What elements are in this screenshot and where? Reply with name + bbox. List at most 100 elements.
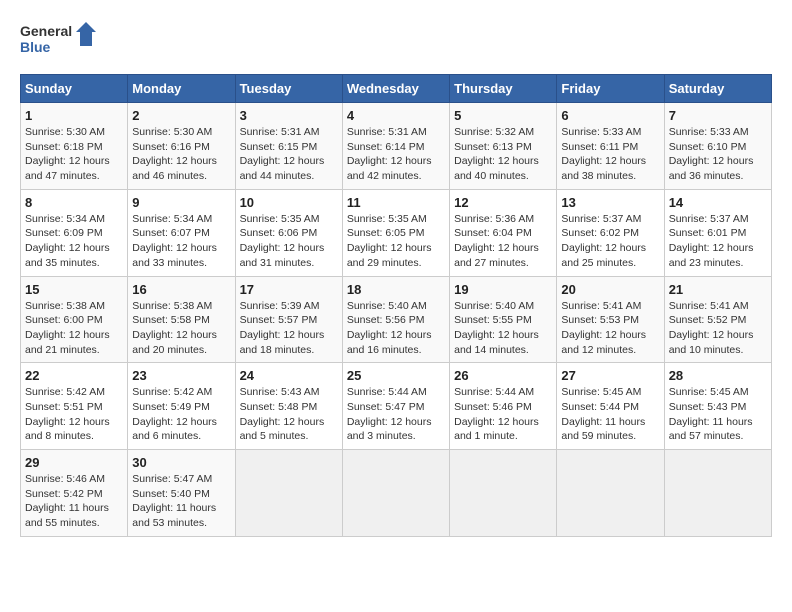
day-number: 17 [240, 282, 338, 297]
calendar-cell: 13Sunrise: 5:37 AMSunset: 6:02 PMDayligh… [557, 189, 664, 276]
day-info: Sunrise: 5:41 AMSunset: 5:52 PMDaylight:… [669, 299, 767, 358]
day-info: Sunrise: 5:34 AMSunset: 6:07 PMDaylight:… [132, 212, 230, 271]
calendar-cell: 28 Sunrise: 5:45 AMSunset: 5:43 PMDayligh… [664, 363, 771, 450]
day-info: Sunrise: 5:38 AMSunset: 6:00 PMDaylight:… [25, 299, 123, 358]
svg-text:Blue: Blue [20, 39, 51, 55]
day-number: 28 [669, 368, 767, 383]
page-header: General Blue [20, 20, 772, 64]
calendar-cell: 16 Sunrise: 5:38 AMSunset: 5:58 PMDayligh… [128, 276, 235, 363]
day-info: Sunrise: 5:34 AMSunset: 6:09 PMDaylight:… [25, 212, 123, 271]
day-number: 4 [347, 108, 445, 123]
day-of-week-header: Sunday [21, 75, 128, 103]
day-number: 8 [25, 195, 123, 210]
day-of-week-header: Thursday [450, 75, 557, 103]
day-info: Sunrise: 5:42 AMSunset: 5:49 PMDaylight:… [132, 385, 230, 444]
day-info: Sunrise: 5:46 AMSunset: 5:42 PMDaylight:… [25, 472, 123, 531]
day-info: Sunrise: 5:40 AMSunset: 5:56 PMDaylight:… [347, 299, 445, 358]
day-number: 11 [347, 195, 445, 210]
calendar-cell: 19 Sunrise: 5:40 AMSunset: 5:55 PMDayligh… [450, 276, 557, 363]
calendar-cell: 5 Sunrise: 5:32 AMSunset: 6:13 PMDaylight… [450, 103, 557, 190]
day-number: 29 [25, 455, 123, 470]
calendar-cell: 15 Sunrise: 5:38 AMSunset: 6:00 PMDayligh… [21, 276, 128, 363]
day-number: 1 [25, 108, 123, 123]
day-number: 12 [454, 195, 552, 210]
day-info: Sunrise: 5:32 AMSunset: 6:13 PMDaylight:… [454, 125, 552, 184]
day-info: Sunrise: 5:38 AMSunset: 5:58 PMDaylight:… [132, 299, 230, 358]
day-number: 22 [25, 368, 123, 383]
calendar-cell: 20 Sunrise: 5:41 AMSunset: 5:53 PMDayligh… [557, 276, 664, 363]
day-number: 23 [132, 368, 230, 383]
logo-svg: General Blue [20, 20, 100, 64]
calendar-cell: 2 Sunrise: 5:30 AMSunset: 6:16 PMDaylight… [128, 103, 235, 190]
calendar-cell: 4 Sunrise: 5:31 AMSunset: 6:14 PMDaylight… [342, 103, 449, 190]
day-of-week-header: Tuesday [235, 75, 342, 103]
calendar-row: 29 Sunrise: 5:46 AMSunset: 5:42 PMDayligh… [21, 450, 772, 537]
calendar-cell: 12Sunrise: 5:36 AMSunset: 6:04 PMDayligh… [450, 189, 557, 276]
day-info: Sunrise: 5:35 AMSunset: 6:05 PMDaylight:… [347, 212, 445, 271]
day-number: 3 [240, 108, 338, 123]
day-number: 24 [240, 368, 338, 383]
day-number: 26 [454, 368, 552, 383]
calendar-cell: 29 Sunrise: 5:46 AMSunset: 5:42 PMDayligh… [21, 450, 128, 537]
day-info: Sunrise: 5:39 AMSunset: 5:57 PMDaylight:… [240, 299, 338, 358]
day-info: Sunrise: 5:31 AMSunset: 6:14 PMDaylight:… [347, 125, 445, 184]
calendar-cell: 9 Sunrise: 5:34 AMSunset: 6:07 PMDaylight… [128, 189, 235, 276]
day-info: Sunrise: 5:42 AMSunset: 5:51 PMDaylight:… [25, 385, 123, 444]
day-info: Sunrise: 5:40 AMSunset: 5:55 PMDaylight:… [454, 299, 552, 358]
day-number: 6 [561, 108, 659, 123]
day-number: 2 [132, 108, 230, 123]
day-of-week-header: Friday [557, 75, 664, 103]
day-info: Sunrise: 5:45 AMSunset: 5:43 PMDaylight:… [669, 385, 767, 444]
day-number: 16 [132, 282, 230, 297]
calendar-cell: 22 Sunrise: 5:42 AMSunset: 5:51 PMDayligh… [21, 363, 128, 450]
calendar-cell: 26 Sunrise: 5:44 AMSunset: 5:46 PMDayligh… [450, 363, 557, 450]
day-number: 25 [347, 368, 445, 383]
day-number: 9 [132, 195, 230, 210]
logo: General Blue [20, 20, 100, 64]
svg-text:General: General [20, 23, 72, 39]
calendar-cell [450, 450, 557, 537]
calendar-cell: 14 Sunrise: 5:37 AMSunset: 6:01 PMDayligh… [664, 189, 771, 276]
day-of-week-header: Monday [128, 75, 235, 103]
day-info: Sunrise: 5:37 AMSunset: 6:01 PMDaylight:… [669, 212, 767, 271]
calendar-cell [342, 450, 449, 537]
day-info: Sunrise: 5:45 AMSunset: 5:44 PMDaylight:… [561, 385, 659, 444]
calendar-row: 22 Sunrise: 5:42 AMSunset: 5:51 PMDayligh… [21, 363, 772, 450]
day-number: 10 [240, 195, 338, 210]
day-number: 15 [25, 282, 123, 297]
day-number: 14 [669, 195, 767, 210]
day-number: 19 [454, 282, 552, 297]
calendar-cell: 7 Sunrise: 5:33 AMSunset: 6:10 PMDaylight… [664, 103, 771, 190]
calendar-cell: 6Sunrise: 5:33 AMSunset: 6:11 PMDaylight… [557, 103, 664, 190]
calendar-cell: 18Sunrise: 5:40 AMSunset: 5:56 PMDayligh… [342, 276, 449, 363]
calendar-cell: 23 Sunrise: 5:42 AMSunset: 5:49 PMDayligh… [128, 363, 235, 450]
calendar-cell [664, 450, 771, 537]
calendar-table: SundayMondayTuesdayWednesdayThursdayFrid… [20, 74, 772, 537]
day-info: Sunrise: 5:30 AMSunset: 6:16 PMDaylight:… [132, 125, 230, 184]
calendar-cell: 30Sunrise: 5:47 AMSunset: 5:40 PMDayligh… [128, 450, 235, 537]
calendar-cell: 24Sunrise: 5:43 AMSunset: 5:48 PMDayligh… [235, 363, 342, 450]
day-info: Sunrise: 5:47 AMSunset: 5:40 PMDaylight:… [132, 472, 230, 531]
day-info: Sunrise: 5:44 AMSunset: 5:46 PMDaylight:… [454, 385, 552, 444]
calendar-cell: 21Sunrise: 5:41 AMSunset: 5:52 PMDayligh… [664, 276, 771, 363]
calendar-row: 8 Sunrise: 5:34 AMSunset: 6:09 PMDaylight… [21, 189, 772, 276]
calendar-cell: 3Sunrise: 5:31 AMSunset: 6:15 PMDaylight… [235, 103, 342, 190]
day-info: Sunrise: 5:41 AMSunset: 5:53 PMDaylight:… [561, 299, 659, 358]
day-info: Sunrise: 5:37 AMSunset: 6:02 PMDaylight:… [561, 212, 659, 271]
calendar-cell: 11 Sunrise: 5:35 AMSunset: 6:05 PMDayligh… [342, 189, 449, 276]
calendar-cell: 1Sunrise: 5:30 AMSunset: 6:18 PMDaylight… [21, 103, 128, 190]
calendar-cell [235, 450, 342, 537]
calendar-cell: 27 Sunrise: 5:45 AMSunset: 5:44 PMDayligh… [557, 363, 664, 450]
day-number: 27 [561, 368, 659, 383]
day-of-week-header: Saturday [664, 75, 771, 103]
calendar-row: 1Sunrise: 5:30 AMSunset: 6:18 PMDaylight… [21, 103, 772, 190]
day-info: Sunrise: 5:35 AMSunset: 6:06 PMDaylight:… [240, 212, 338, 271]
calendar-cell: 25Sunrise: 5:44 AMSunset: 5:47 PMDayligh… [342, 363, 449, 450]
calendar-row: 15 Sunrise: 5:38 AMSunset: 6:00 PMDayligh… [21, 276, 772, 363]
calendar-cell: 17 Sunrise: 5:39 AMSunset: 5:57 PMDayligh… [235, 276, 342, 363]
calendar-cell: 8 Sunrise: 5:34 AMSunset: 6:09 PMDaylight… [21, 189, 128, 276]
day-number: 5 [454, 108, 552, 123]
day-info: Sunrise: 5:33 AMSunset: 6:10 PMDaylight:… [669, 125, 767, 184]
day-number: 7 [669, 108, 767, 123]
day-number: 20 [561, 282, 659, 297]
